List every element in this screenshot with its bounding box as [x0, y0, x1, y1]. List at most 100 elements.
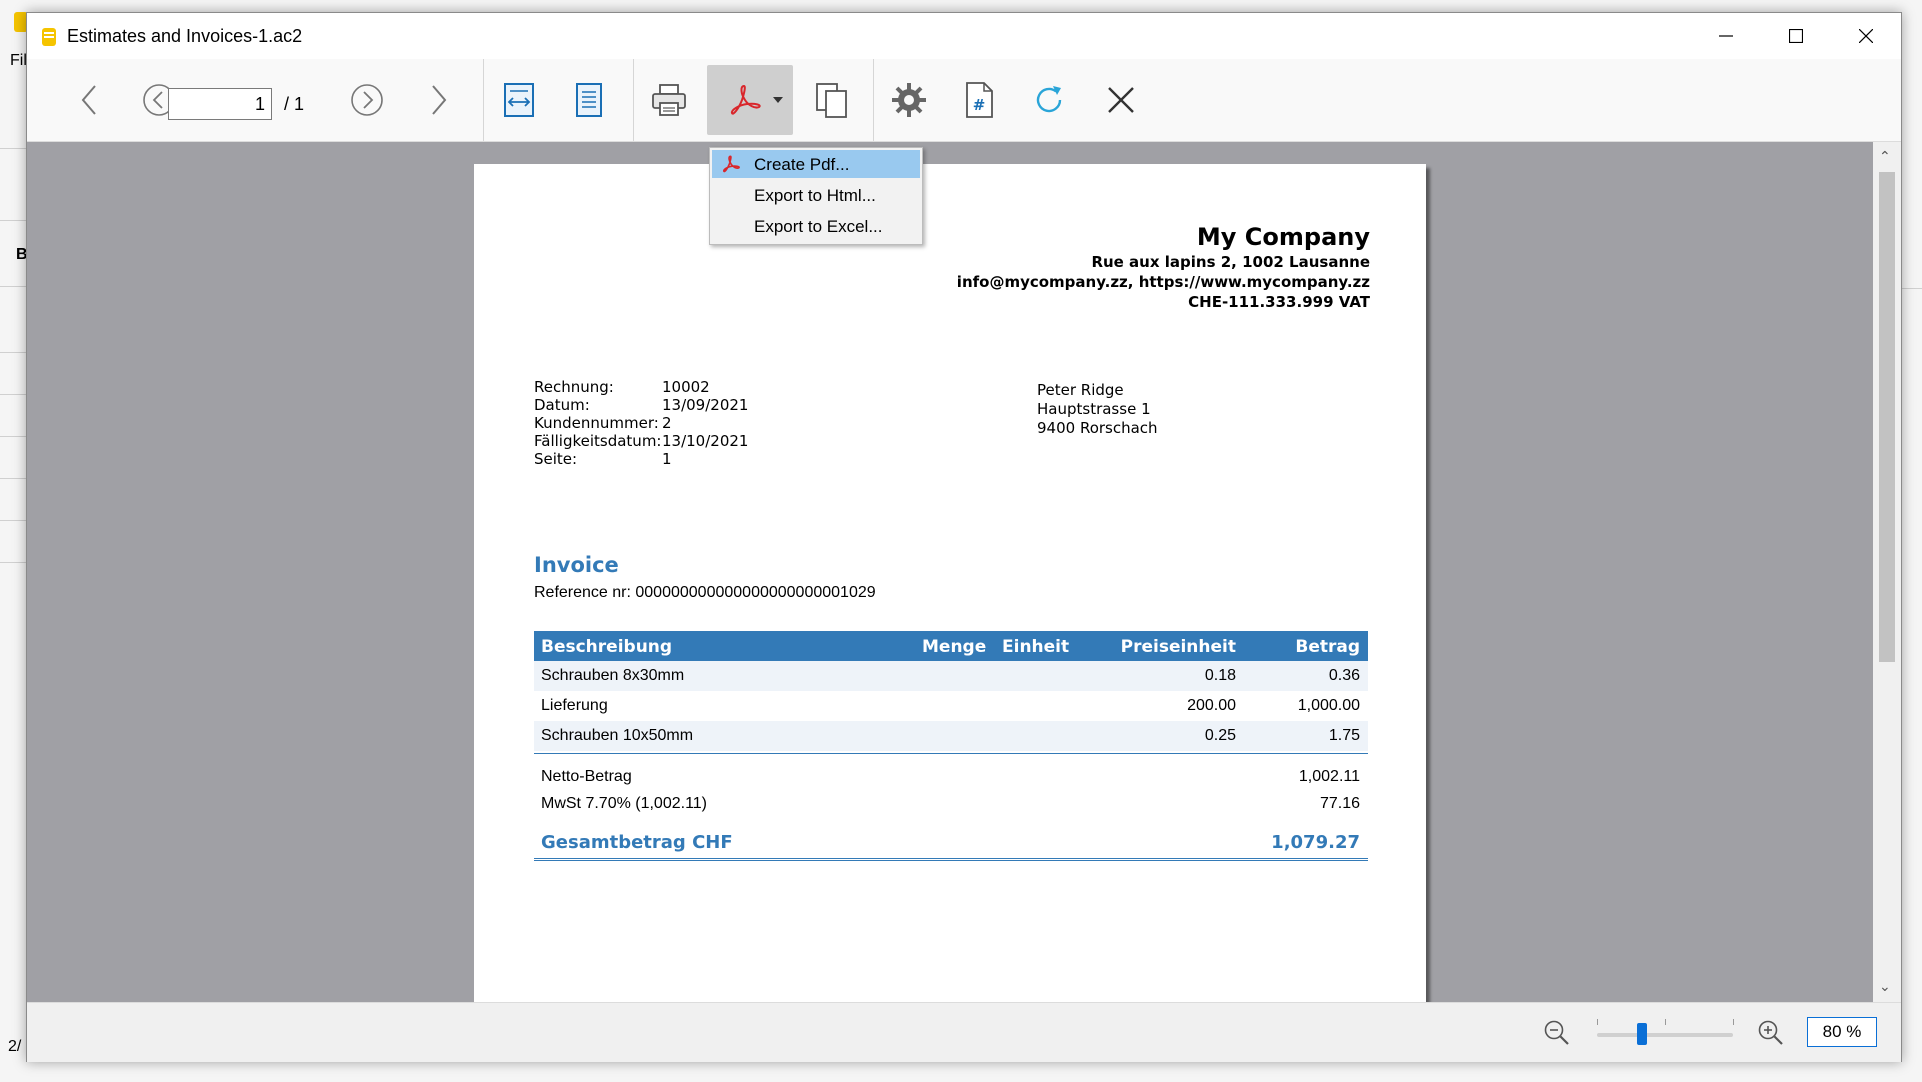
- meta-value: 2: [662, 414, 672, 432]
- customer-street: Hauptstrasse 1: [1037, 400, 1151, 418]
- print-preview-window: Estimates and Invoices-1.ac2 / 1: [26, 12, 1902, 1062]
- first-page-button[interactable]: [55, 65, 123, 135]
- bg-divider: [0, 562, 28, 563]
- chevron-left-icon: [81, 85, 96, 115]
- menu-item-label: Export to Html...: [754, 186, 876, 205]
- header-unit-price: Preiseinheit: [1120, 637, 1236, 657]
- meta-row: Kundennummer: 2: [534, 414, 748, 432]
- close-icon: [1108, 87, 1134, 113]
- export-menu: Create Pdf... Export to Html... Export t…: [709, 147, 923, 245]
- bg-divider: [0, 220, 28, 221]
- last-page-button[interactable]: [405, 65, 473, 135]
- menu-item-export-html[interactable]: Export to Html...: [712, 181, 920, 209]
- page-number-input[interactable]: [168, 88, 272, 120]
- printer-icon: [652, 84, 686, 116]
- close-preview-button[interactable]: [1087, 65, 1155, 135]
- refresh-button[interactable]: [1015, 65, 1083, 135]
- row-description: Schrauben 8x30mm: [541, 667, 685, 684]
- preview-toolbar: / 1: [27, 59, 1901, 142]
- customer-address: Peter Ridge Hauptstrasse 1 9400 Rorschac…: [1037, 381, 1158, 438]
- invoice-page: My Company Rue aux lapins 2, 1002 Lausan…: [474, 164, 1426, 1002]
- zoom-percent-field[interactable]: 80 %: [1807, 1017, 1877, 1047]
- app-logo-icon: [42, 28, 56, 46]
- row-amount: 1,000.00: [1297, 697, 1360, 714]
- svg-text:#: #: [973, 96, 986, 114]
- page-number-icon: #: [966, 82, 993, 118]
- meta-key: Datum:: [534, 396, 590, 414]
- header-quantity: Menge: [922, 637, 987, 657]
- total-value: 1,079.27: [1271, 832, 1360, 853]
- fit-width-button[interactable]: [485, 65, 553, 135]
- document-viewer[interactable]: My Company Rue aux lapins 2, 1002 Lausan…: [27, 142, 1873, 1002]
- row-unit-price: 0.18: [1204, 667, 1236, 684]
- gear-icon: [892, 83, 926, 117]
- row-description: Lieferung: [541, 697, 608, 714]
- meta-row: Seite: 1: [534, 450, 748, 468]
- minimize-button[interactable]: [1691, 13, 1761, 59]
- zoom-in-icon[interactable]: [1757, 1019, 1785, 1047]
- net-value: 1,002.11: [1298, 768, 1360, 785]
- header-amount: Betrag: [1295, 637, 1360, 657]
- customer-city: 9400 Rorschach: [1037, 419, 1158, 437]
- next-page-button[interactable]: [333, 65, 401, 135]
- minimize-icon: [1719, 35, 1733, 37]
- zoom-bar: 80 %: [27, 1002, 1901, 1062]
- meta-key: Kundennummer:: [534, 414, 659, 432]
- meta-value: 13/10/2021: [662, 432, 749, 450]
- slider-tick: [1597, 1019, 1598, 1025]
- net-row: Netto-Betrag 1,002.11: [534, 762, 1368, 789]
- scrollbar-thumb[interactable]: [1879, 172, 1895, 662]
- settings-button[interactable]: [875, 65, 943, 135]
- bg-divider: [0, 436, 28, 437]
- slider-tick: [1665, 1019, 1666, 1025]
- zoom-slider-thumb[interactable]: [1636, 1023, 1647, 1045]
- meta-value: 13/09/2021: [662, 396, 749, 414]
- company-name: My Company: [1196, 223, 1370, 251]
- menu-item-export-excel[interactable]: Export to Excel...: [712, 212, 920, 240]
- row-unit-price: 200.00: [1187, 697, 1236, 714]
- menu-item-label: Export to Excel...: [754, 217, 883, 236]
- page-numbering-button[interactable]: #: [945, 65, 1013, 135]
- fit-page-button[interactable]: [555, 65, 623, 135]
- meta-key: Rechnung:: [534, 378, 614, 396]
- chevron-right-icon: [432, 85, 447, 115]
- bg-divider: [0, 520, 28, 521]
- row-description: Schrauben 10x50mm: [541, 727, 694, 744]
- menu-item-label: Create Pdf...: [754, 155, 850, 174]
- copy-pages-button[interactable]: [797, 65, 865, 135]
- invoice-meta: Rechnung: 10002 Datum: 13/09/2021 Kundennu…: [534, 378, 748, 468]
- total-row: Gesamtbetrag CHF 1,079.27: [534, 830, 1368, 861]
- meta-row: Rechnung: 10002: [534, 378, 748, 396]
- close-icon: [1859, 29, 1873, 43]
- bg-divider: [0, 286, 28, 287]
- bg-divider: [0, 352, 28, 353]
- window-title: Estimates and Invoices-1.ac2: [67, 26, 303, 46]
- scroll-down-icon[interactable]: ⌄: [1879, 978, 1891, 995]
- bg-divider: [0, 394, 28, 395]
- zoom-out-icon[interactable]: [1543, 1019, 1571, 1047]
- zoom-slider-track[interactable]: [1597, 1033, 1733, 1037]
- close-window-button[interactable]: [1831, 13, 1901, 59]
- company-header: My Company Rue aux lapins 2, 1002 Lausan…: [957, 222, 1370, 312]
- title-bar: Estimates and Invoices-1.ac2: [27, 13, 1901, 59]
- bg-status-fragment: 2/: [8, 1038, 22, 1055]
- maximize-button[interactable]: [1761, 13, 1831, 59]
- total-label: Gesamtbetrag CHF: [541, 832, 733, 853]
- print-button[interactable]: [635, 65, 703, 135]
- meta-row: Datum: 13/09/2021: [534, 396, 748, 414]
- net-label: Netto-Betrag: [541, 768, 632, 785]
- export-dropdown-button[interactable]: [707, 65, 793, 135]
- bg-menu-fragment[interactable]: Fil: [10, 52, 27, 70]
- meta-value: 1: [662, 450, 672, 468]
- vertical-scrollbar[interactable]: ⌃ ⌄: [1873, 142, 1901, 1002]
- bg-divider: [0, 148, 28, 149]
- pdf-icon: [730, 84, 761, 115]
- scroll-up-icon[interactable]: ⌃: [1879, 148, 1891, 165]
- header-description: Beschreibung: [541, 637, 673, 657]
- vat-row: MwSt 7.70% (1,002.11) 77.16: [534, 789, 1368, 816]
- slider-tick: [1733, 1019, 1734, 1025]
- refresh-icon: [1036, 86, 1062, 113]
- vat-value: 77.16: [1319, 795, 1360, 812]
- menu-item-create-pdf[interactable]: Create Pdf...: [712, 150, 920, 178]
- pdf-icon: [723, 155, 740, 173]
